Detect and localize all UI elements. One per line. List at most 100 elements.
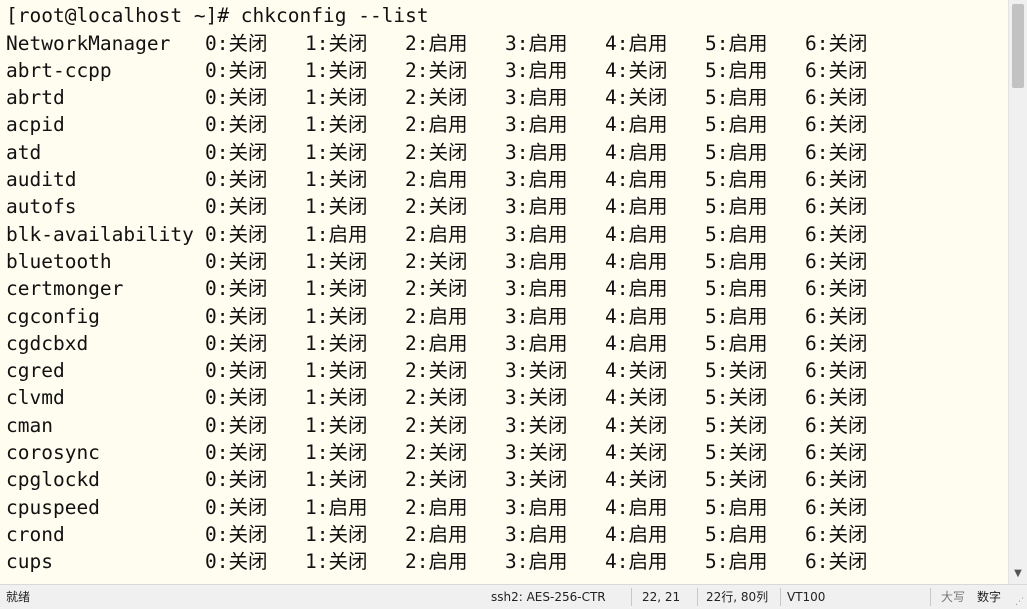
service-name: clvmd <box>6 386 65 410</box>
service-name: cpuspeed <box>6 495 100 519</box>
runlevel-status: 3:关闭 <box>505 386 568 410</box>
runlevel-status: 3:启用 <box>505 113 568 137</box>
divider <box>631 588 632 606</box>
runlevel-status: 0:关闭 <box>205 441 268 464</box>
runlevel-status: 0:关闭 <box>205 113 268 137</box>
runlevel-status: 2:关闭 <box>405 277 468 301</box>
runlevel-status: 1:关闭 <box>305 550 368 574</box>
status-text: 就绪 <box>6 590 31 604</box>
runlevel-status: 3:启用 <box>505 222 568 246</box>
service-name: cgconfig <box>6 304 100 328</box>
runlevel-status: 4:启用 <box>605 331 668 355</box>
terminal-size: 22行, 80列 <box>706 590 769 604</box>
runlevel-status: 4:启用 <box>605 304 668 328</box>
terminal-type: VT100 <box>787 590 826 604</box>
runlevel-status: 3:关闭 <box>505 359 568 383</box>
runlevel-status: 5:启用 <box>705 331 768 355</box>
runlevel-status: 3:启用 <box>505 495 568 519</box>
runlevel-status: 0:关闭 <box>205 31 268 55</box>
scroll-down-arrow-icon[interactable]: ▼ <box>1009 566 1027 582</box>
runlevel-status: 5:启用 <box>705 58 768 82</box>
runlevel-status: 0:关闭 <box>205 495 268 519</box>
service-name: cgdcbxd <box>6 331 89 355</box>
runlevel-status: 5:启用 <box>705 249 768 273</box>
runlevel-status: 4:启用 <box>605 222 668 246</box>
runlevel-status: 4:启用 <box>605 249 668 273</box>
runlevel-status: 2:关闭 <box>405 441 468 464</box>
runlevel-status: 2:启用 <box>405 304 468 328</box>
runlevel-status: 2:关闭 <box>405 249 468 273</box>
runlevel-status: 1:关闭 <box>305 113 368 137</box>
runlevel-status: 6:关闭 <box>805 222 868 246</box>
runlevel-status: 2:关闭 <box>405 359 468 383</box>
runlevel-status: 6:关闭 <box>805 304 868 328</box>
runlevel-status: 0:关闭 <box>205 359 268 383</box>
service-name: NetworkManager <box>6 31 171 55</box>
runlevel-status: 6:关闭 <box>805 31 868 55</box>
runlevel-status: 0:关闭 <box>205 168 268 191</box>
runlevel-status: 4:关闭 <box>605 413 668 437</box>
runlevel-status: 6:关闭 <box>805 58 868 82</box>
runlevel-status: 2:启用 <box>405 31 468 55</box>
service-name: acpid <box>6 113 65 137</box>
runlevel-status: 3:关闭 <box>505 413 568 437</box>
runlevel-status: 2:启用 <box>405 113 468 137</box>
runlevel-status: 5:启用 <box>705 31 768 55</box>
runlevel-status: 4:启用 <box>605 113 668 137</box>
scroll-thumb[interactable] <box>1012 4 1024 88</box>
runlevel-status: 6:关闭 <box>805 168 868 191</box>
runlevel-status: 2:关闭 <box>405 58 468 82</box>
runlevel-status: 5:启用 <box>705 168 768 191</box>
runlevel-status: 1:关闭 <box>305 249 368 273</box>
runlevel-status: 0:关闭 <box>205 468 268 492</box>
runlevel-status: 4:启用 <box>605 168 668 191</box>
runlevel-status: 6:关闭 <box>805 359 868 383</box>
runlevel-status: 1:关闭 <box>305 140 368 164</box>
service-name: certmonger <box>6 277 124 301</box>
runlevel-status: 1:关闭 <box>305 468 368 492</box>
service-name: cpglockd <box>6 468 100 492</box>
service-name: crond <box>6 522 65 546</box>
runlevel-status: 6:关闭 <box>805 86 868 110</box>
runlevel-status: 3:启用 <box>505 550 568 574</box>
runlevel-status: 3:启用 <box>505 331 568 355</box>
service-name: cman <box>6 413 53 437</box>
runlevel-status: 6:关闭 <box>805 386 868 410</box>
service-name: corosync <box>6 441 100 464</box>
prompt-line: [root@localhost ~]# chkconfig --list <box>6 4 429 27</box>
runlevel-status: 1:关闭 <box>305 86 368 110</box>
runlevel-status: 5:启用 <box>705 195 768 219</box>
runlevel-status: 4:启用 <box>605 495 668 519</box>
runlevel-status: 0:关闭 <box>205 522 268 546</box>
runlevel-status: 1:关闭 <box>305 359 368 383</box>
runlevel-status: 0:关闭 <box>205 222 268 246</box>
runlevel-status: 3:启用 <box>505 31 568 55</box>
runlevel-status: 4:关闭 <box>605 58 668 82</box>
runlevel-status: 1:关闭 <box>305 441 368 464</box>
runlevel-status: 1:关闭 <box>305 195 368 219</box>
runlevel-status: 1:关闭 <box>305 386 368 410</box>
runlevel-status: 6:关闭 <box>805 413 868 437</box>
runlevel-status: 3:关闭 <box>505 441 568 464</box>
runlevel-status: 6:关闭 <box>805 441 868 464</box>
runlevel-status: 2:启用 <box>405 168 468 191</box>
runlevel-status: 0:关闭 <box>205 86 268 110</box>
terminal-output[interactable]: [root@localhost ~]# chkconfig --list Net… <box>0 0 1008 584</box>
connection-info: ssh2: AES-256-CTR <box>491 590 606 604</box>
runlevel-status: 4:启用 <box>605 195 668 219</box>
runlevel-status: 2:关闭 <box>405 86 468 110</box>
runlevel-status: 4:关闭 <box>605 386 668 410</box>
runlevel-status: 4:关闭 <box>605 359 668 383</box>
vertical-scrollbar[interactable]: ▼ <box>1008 0 1027 584</box>
resize-grip-icon[interactable]: ⋰ <box>1015 597 1025 607</box>
runlevel-status: 1:启用 <box>305 495 368 519</box>
runlevel-status: 1:启用 <box>305 222 368 246</box>
runlevel-status: 1:关闭 <box>305 331 368 355</box>
runlevel-status: 5:启用 <box>705 277 768 301</box>
runlevel-status: 5:关闭 <box>705 468 768 492</box>
runlevel-status: 0:关闭 <box>205 140 268 164</box>
runlevel-status: 6:关闭 <box>805 468 868 492</box>
runlevel-status: 0:关闭 <box>205 277 268 301</box>
service-name: abrtd <box>6 86 65 110</box>
runlevel-status: 1:关闭 <box>305 58 368 82</box>
